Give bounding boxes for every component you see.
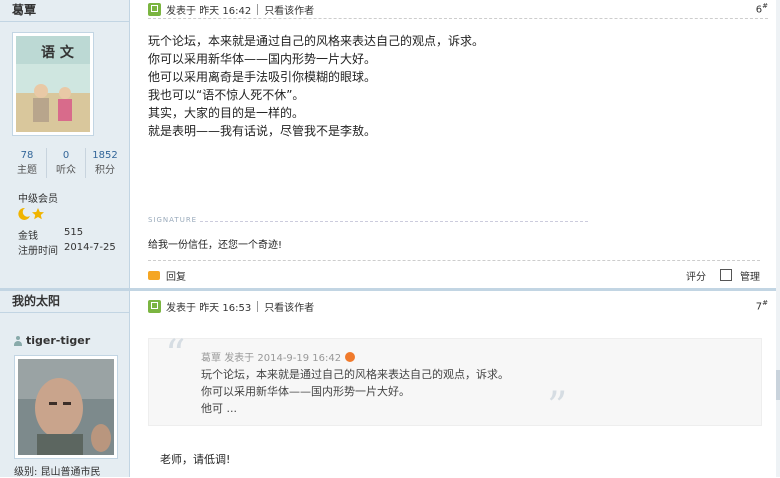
user-level: 级别: 昆山普通市民 — [14, 467, 101, 478]
signature-text: 给我一份信任，还您一个奇迹! — [148, 240, 283, 251]
stat-label: 积分 — [95, 165, 115, 176]
stat-value: 78 — [20, 150, 34, 161]
scrollbar[interactable] — [776, 0, 780, 477]
money-value: 515 — [64, 227, 84, 238]
floor-suffix: # — [762, 2, 768, 11]
rank-icons — [18, 207, 46, 223]
post-content: 玩个论坛，本来就是通过自己的风格来表达自己的观点，诉求。 你可以采用新华体——国… — [148, 32, 484, 140]
floor-suffix: # — [762, 299, 768, 308]
posted-time: 昨天 16:53 — [199, 302, 252, 314]
posted-label: 发表于 — [166, 302, 196, 314]
stat-label: 听众 — [56, 165, 76, 176]
content-line: 我也可以“语不惊人死不休”。 — [148, 88, 305, 102]
manage-checkbox[interactable] — [720, 269, 732, 281]
rate-button[interactable]: 评分 — [686, 268, 706, 283]
divider — [257, 300, 259, 312]
posted-label: 发表于 — [166, 5, 196, 17]
reply-icon[interactable] — [148, 270, 160, 280]
stat-topics[interactable]: 78 主题 — [8, 148, 46, 178]
signature-divider — [200, 221, 588, 222]
sidebar-title: 我的太阳 — [0, 291, 129, 313]
reply-button[interactable]: 回复 — [166, 268, 186, 283]
author-name[interactable]: 葛覃 — [0, 0, 129, 22]
quote-text: 玩个论坛，本来就是通过自己的风格来表达自己的观点，诉求。 你可以采用新华体——国… — [201, 366, 509, 417]
quote-line: 你可以采用新华体——国内形势一片大好。 — [201, 385, 410, 398]
open-quote-icon: “ — [165, 332, 186, 378]
stat-value: 1852 — [92, 150, 118, 161]
moon-star-icon — [18, 207, 44, 220]
stat-listeners[interactable]: 0 听众 — [46, 148, 85, 178]
author-name-text: tiger-tiger — [26, 334, 91, 347]
only-author-link[interactable]: 只看该作者 — [264, 2, 314, 17]
divider — [257, 3, 259, 15]
only-author-link[interactable]: 只看该作者 — [264, 299, 314, 314]
post-header: 发表于 昨天 16:53 只看该作者 7# — [148, 297, 768, 315]
avatar[interactable]: 语 文 — [12, 32, 94, 136]
author-sidebar-post6: 葛覃 语 文 78 主题 0 听众 1852 积分 中级会员 金钱 515 注册… — [0, 0, 130, 290]
stat-value: 0 — [62, 150, 70, 161]
user-rank: 中级会员 — [18, 194, 58, 205]
signature-label: SIGNATURE — [148, 216, 198, 224]
post-icon — [148, 2, 161, 16]
scroll-thumb[interactable] — [776, 370, 780, 400]
quote-header: 葛覃 发表于 2014-9-19 16:42 — [201, 349, 356, 364]
user-icon — [14, 335, 22, 346]
jump-to-post-icon[interactable] — [345, 351, 356, 362]
post-actions: 回复 评分 管理 — [148, 260, 760, 289]
author-name[interactable]: tiger-tiger — [14, 334, 90, 347]
floor-number[interactable]: 7# — [756, 299, 768, 312]
post-header: 发表于 昨天 16:42 只看该作者 6# — [148, 0, 768, 19]
content-line: 他可以采用离奇是手法吸引你模糊的眼球。 — [148, 70, 377, 84]
stat-points[interactable]: 1852 积分 — [85, 148, 124, 178]
content-line: 玩个论坛，本来就是通过自己的风格来表达自己的观点，诉求。 — [148, 34, 485, 48]
content-line: 其实，大家的目的是一样的。 — [148, 106, 305, 120]
quote-block: “ ” 葛覃 发表于 2014-9-19 16:42 玩个论坛，本来就是通过自己… — [148, 332, 762, 430]
money-label: 金钱 — [18, 231, 38, 242]
quote-line: 他可 ... — [201, 402, 237, 415]
avatar[interactable] — [14, 355, 118, 459]
post-icon — [148, 299, 161, 313]
quote-author[interactable]: 葛覃 — [201, 349, 221, 364]
content-line: 就是表明——我有话说，尽管我不是李敖。 — [148, 124, 377, 138]
user-stats: 78 主题 0 听众 1852 积分 — [8, 148, 124, 178]
stat-label: 主题 — [17, 165, 37, 176]
manage-label[interactable]: 管理 — [740, 268, 760, 283]
floor-number[interactable]: 6# — [756, 2, 768, 15]
reply-content: 老师，请低调! — [160, 453, 231, 466]
register-label: 注册时间 — [18, 246, 58, 257]
close-quote-icon: ” — [547, 384, 568, 430]
avatar-image — [18, 359, 114, 455]
content-line: 你可以采用新华体——国内形势一片大好。 — [148, 52, 377, 66]
register-value: 2014-7-25 — [64, 242, 116, 253]
quote-line: 玩个论坛，本来就是通过自己的风格来表达自己的观点，诉求。 — [201, 368, 509, 381]
quote-posted: 发表于 2014-9-19 16:42 — [224, 353, 342, 364]
svg-text:语 文: 语 文 — [41, 44, 75, 61]
avatar-image: 语 文 — [16, 36, 90, 132]
posted-time: 昨天 16:42 — [199, 5, 252, 17]
